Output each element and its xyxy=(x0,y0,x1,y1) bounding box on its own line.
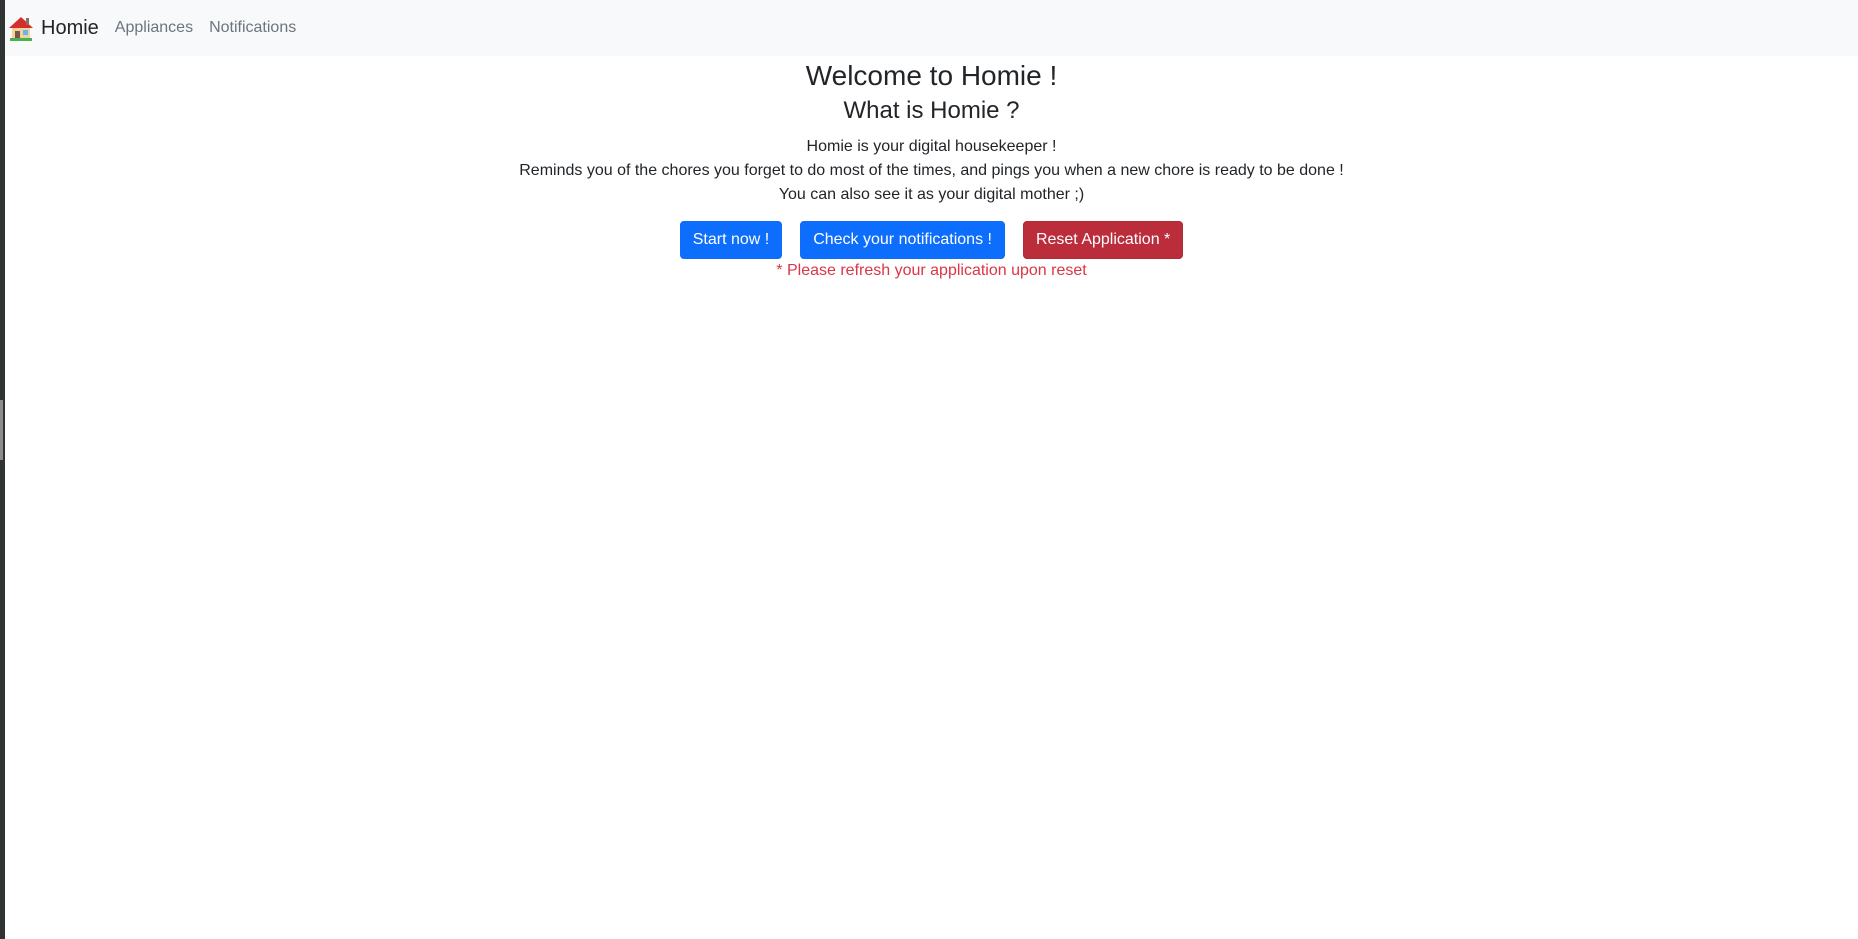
brand-link[interactable]: Homie xyxy=(5,14,99,42)
action-buttons: Start now ! Check your notifications ! R… xyxy=(5,221,1858,260)
description-line: Reminds you of the chores you forget to … xyxy=(519,162,1344,180)
description-line: Homie is your digital housekeeper ! xyxy=(806,138,1057,156)
check-notifications-button[interactable]: Check your notifications ! xyxy=(800,221,1005,260)
description-line: You can also see it as your digital moth… xyxy=(778,186,1085,204)
page-title: Welcome to Homie ! xyxy=(805,60,1058,91)
navbar: Homie Appliances Notifications xyxy=(5,0,1858,56)
section-heading: What is Homie ? xyxy=(843,96,1020,124)
house-icon xyxy=(7,14,35,42)
start-now-button[interactable]: Start now ! xyxy=(679,221,783,260)
main-content: Welcome to Homie ! What is Homie ? Homie… xyxy=(5,56,1858,280)
reset-note: * Please refresh your application upon r… xyxy=(776,262,1087,280)
brand-name: Homie xyxy=(41,17,99,39)
resize-handle[interactable] xyxy=(0,400,3,460)
nav-link-appliances[interactable]: Appliances xyxy=(115,15,193,41)
description: Homie is your digital housekeeper ! Remi… xyxy=(5,135,1858,207)
nav-link-notifications[interactable]: Notifications xyxy=(209,15,296,41)
reset-application-button[interactable]: Reset Application * xyxy=(1022,221,1184,260)
